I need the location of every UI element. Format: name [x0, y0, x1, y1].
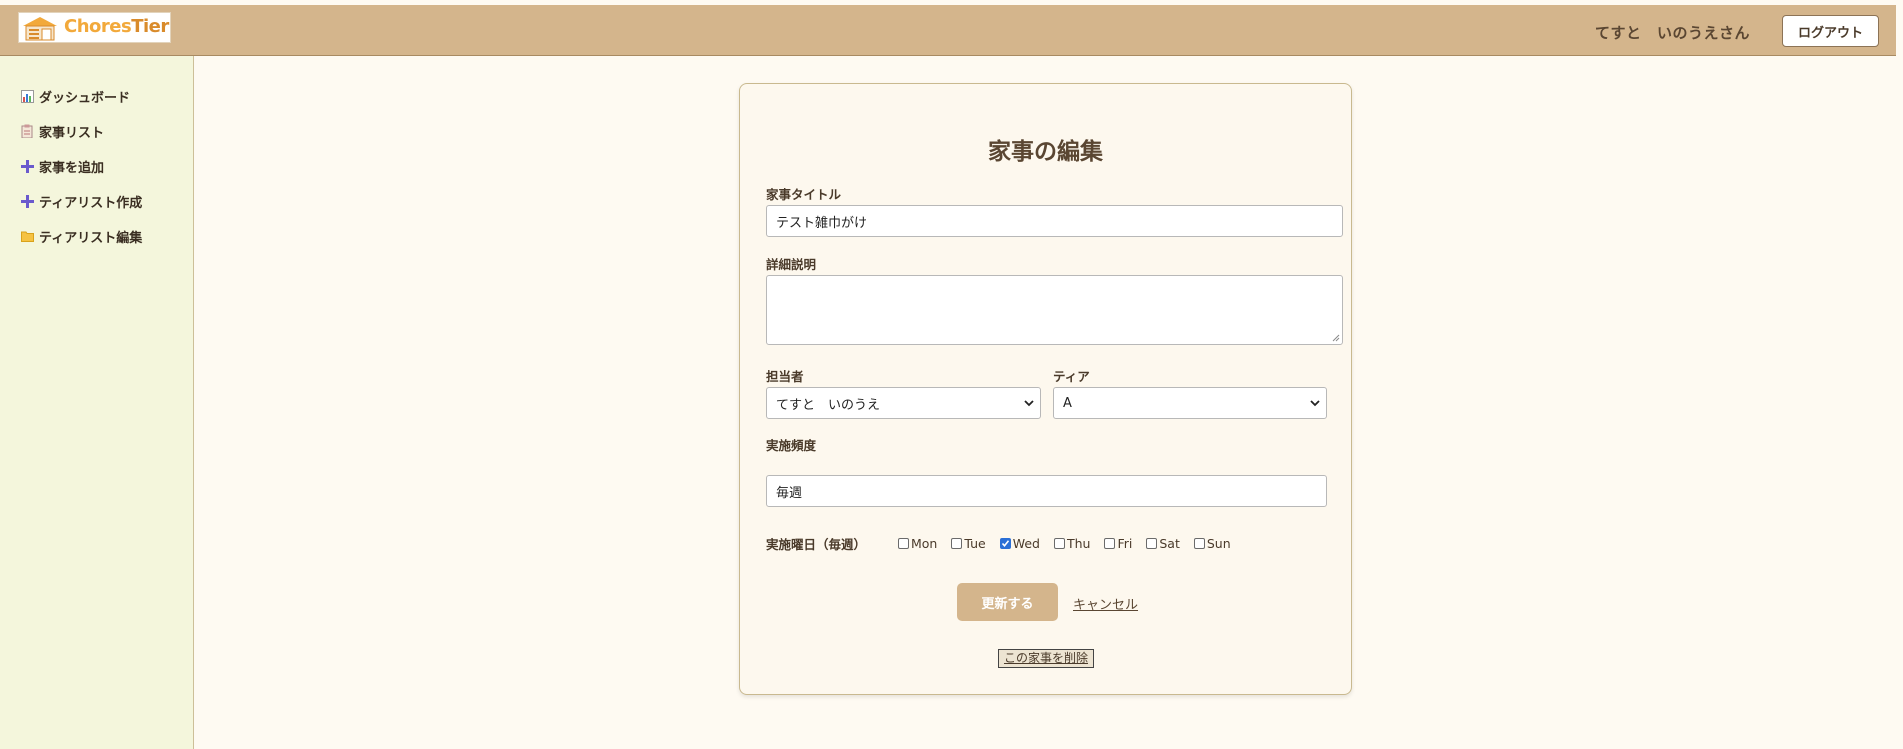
bar-chart-icon [20, 89, 34, 103]
day-label: Fri [1117, 535, 1133, 551]
frequency-value: 毎週 [776, 485, 803, 501]
tier-label: ティア [1053, 369, 1090, 384]
chevron-down-icon [1024, 396, 1034, 410]
brand-name: ChoresTier [64, 16, 169, 37]
resize-grip-icon[interactable] [1332, 334, 1340, 342]
house-icon [23, 17, 57, 41]
page-title: 家事の編集 [988, 139, 1103, 165]
checkbox[interactable] [1146, 537, 1158, 549]
tier-select[interactable]: A [1053, 387, 1327, 419]
checkbox[interactable] [1053, 537, 1065, 549]
day-label: Sat [1159, 535, 1180, 551]
sidebar-item-label: ダッシュボード [39, 90, 131, 106]
day-label: Tue [964, 535, 986, 551]
day-checkbox-sun[interactable]: Sun [1193, 535, 1231, 551]
day-label: Thu [1066, 535, 1091, 551]
checkbox[interactable] [898, 537, 909, 549]
logout-button[interactable]: ログアウト [1782, 15, 1879, 47]
plus-icon [20, 194, 34, 208]
day-label: Sun [1206, 535, 1231, 551]
day-checkbox-wed[interactable]: Wed [999, 535, 1040, 551]
weekdays-label: 実施曜日（毎週） [766, 536, 867, 552]
chore-title-value: テスト雑巾がけ [776, 215, 868, 231]
app-header: ChoresTier てすと いのうえさん ログアウト [0, 5, 1896, 56]
sidebar-item-create-tierlist[interactable]: ティアリスト作成 [20, 191, 142, 211]
day-label: Wed [1012, 535, 1040, 551]
checkbox[interactable] [951, 537, 963, 549]
assignee-select[interactable]: てすと いのうえ [766, 387, 1041, 419]
sidebar-item-label: 家事リスト [39, 125, 105, 141]
sidebar-item-dashboard[interactable]: ダッシュボード [20, 86, 130, 106]
sidebar-item-label: ティアリスト作成 [39, 195, 143, 211]
sidebar-item-chores-list[interactable]: 家事リスト [20, 121, 104, 141]
assignee-value: てすと いのうえ [776, 397, 881, 413]
update-button[interactable]: 更新する [957, 583, 1058, 621]
weekday-selector: 実施曜日（毎週） Mon Tue Wed Thu Fri Sat Sun [766, 535, 1245, 552]
day-checkbox-thu[interactable]: Thu [1053, 535, 1091, 551]
description-label: 詳細説明 [766, 257, 817, 272]
chore-title-input[interactable]: テスト雑巾がけ [766, 205, 1343, 237]
checkmark-icon [1001, 539, 1009, 547]
chore-title-label: 家事タイトル [766, 187, 842, 202]
sidebar: ダッシュボード 家事リスト 家事を追加 ティアリスト作成 ティアリスト編集 [0, 56, 194, 749]
sidebar-item-label: ティアリスト編集 [39, 230, 143, 246]
assignee-label: 担当者 [766, 369, 804, 384]
description-textarea[interactable] [766, 275, 1343, 345]
delete-chore-button[interactable]: この家事を削除 [998, 649, 1094, 668]
clipboard-icon [20, 124, 34, 138]
sidebar-item-edit-tierlist[interactable]: ティアリスト編集 [20, 226, 142, 246]
frequency-label: 実施頻度 [766, 438, 817, 453]
user-greeting: てすと いのうえさん [1595, 24, 1751, 42]
sidebar-item-label: 家事を追加 [39, 160, 105, 176]
checkbox-checked[interactable] [999, 537, 1011, 549]
cancel-link[interactable]: キャンセル [1073, 594, 1138, 613]
app-logo[interactable]: ChoresTier [18, 12, 171, 43]
day-checkbox-fri[interactable]: Fri [1104, 536, 1132, 551]
tier-value: A [1063, 395, 1072, 411]
checkbox[interactable] [1193, 537, 1205, 549]
chevron-down-icon [1310, 396, 1320, 410]
day-label: Mon [911, 535, 938, 551]
day-checkbox-tue[interactable]: Tue [951, 535, 986, 551]
day-checkbox-sat[interactable]: Sat [1146, 536, 1180, 551]
day-checkbox-mon[interactable]: Mon [898, 536, 937, 551]
edit-chore-form: 家事の編集 家事タイトル テスト雑巾がけ 詳細説明 担当者 てすと いのうえ テ… [739, 83, 1352, 695]
frequency-input[interactable]: 毎週 [766, 475, 1327, 507]
plus-icon [20, 159, 34, 173]
folder-icon [20, 229, 34, 243]
checkbox[interactable] [1104, 537, 1116, 549]
sidebar-item-add-chore[interactable]: 家事を追加 [20, 156, 104, 176]
